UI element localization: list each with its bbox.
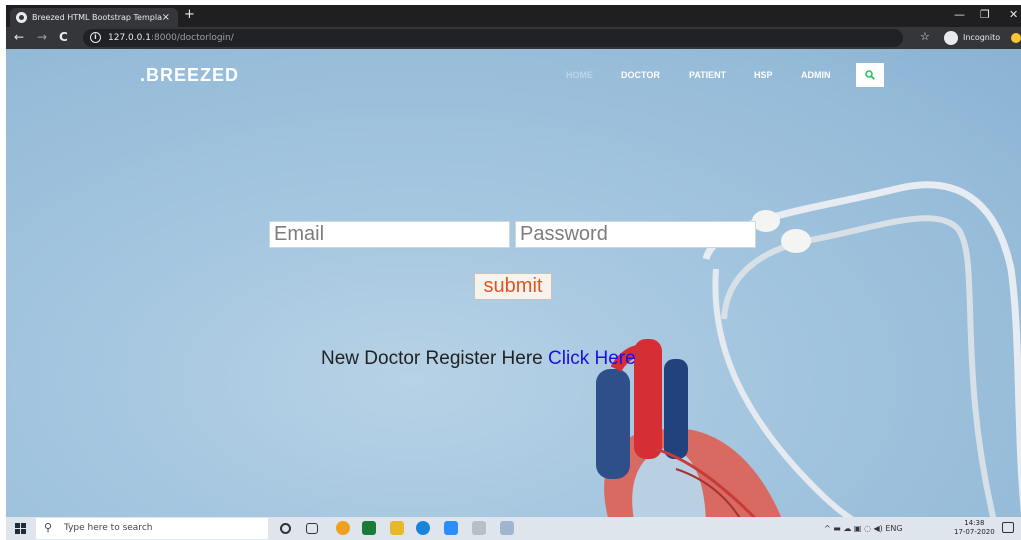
- nav-home[interactable]: HOME: [566, 70, 593, 80]
- clock-date: 17-07-2020: [954, 528, 995, 536]
- taskbar-search-placeholder: Type here to search: [64, 523, 153, 533]
- site-search-button[interactable]: [856, 63, 884, 87]
- incognito-label: Incognito: [963, 33, 1001, 42]
- register-text: New Doctor Register Here: [321, 348, 549, 369]
- url-text[interactable]: 127.0.0.1:8000/doctorlogin/: [108, 29, 234, 47]
- page-hero: .BREEZED HOME DOCTOR PATIENT HSP ADMIN s…: [6, 49, 1021, 522]
- system-tray[interactable]: ^ ▬ ☁ ▣ ◌ ◀) ENG: [824, 517, 903, 540]
- submit-button[interactable]: submit: [474, 273, 552, 300]
- register-prompt: New Doctor Register Here Click Here: [321, 348, 636, 370]
- email-field[interactable]: [269, 221, 510, 248]
- zoom-icon[interactable]: [444, 521, 458, 535]
- browser-toolbar: ← → C i 127.0.0.1:8000/doctorlogin/ ☆ In…: [6, 27, 1021, 49]
- minimize-button[interactable]: —: [954, 8, 965, 21]
- address-bar[interactable]: i 127.0.0.1:8000/doctorlogin/: [83, 29, 903, 47]
- back-button[interactable]: ←: [14, 30, 24, 44]
- browser-tab[interactable]: Breezed HTML Bootstrap Templa ×: [10, 8, 178, 27]
- search-icon: [865, 70, 875, 80]
- windows-start-icon[interactable]: [15, 523, 26, 534]
- site-info-icon[interactable]: i: [90, 32, 101, 43]
- language-indicator[interactable]: ENG: [885, 524, 902, 533]
- reload-button[interactable]: C: [59, 30, 68, 44]
- profile-extension-icon[interactable]: [1011, 33, 1021, 43]
- database-icon[interactable]: [472, 521, 486, 535]
- bookmark-star-icon[interactable]: ☆: [920, 30, 930, 43]
- nav-admin[interactable]: ADMIN: [801, 70, 831, 80]
- taskbar-search-box[interactable]: ⚲ Type here to search: [36, 518, 268, 539]
- restore-button[interactable]: ❐: [980, 8, 990, 21]
- new-tab-button[interactable]: +: [184, 7, 195, 22]
- task-view-icon[interactable]: [306, 523, 318, 534]
- app-icon[interactable]: [500, 521, 514, 535]
- file-explorer-icon[interactable]: [390, 521, 404, 535]
- register-link[interactable]: Click Here: [548, 348, 636, 369]
- tab-title: Breezed HTML Bootstrap Templa: [32, 13, 162, 22]
- site-favicon-icon: [16, 12, 27, 23]
- forward-button[interactable]: →: [37, 30, 47, 44]
- notification-icon[interactable]: [1002, 522, 1014, 533]
- taskbar-clock[interactable]: 14:38 17-07-2020: [954, 519, 995, 537]
- nav-patient[interactable]: PATIENT: [689, 70, 726, 80]
- windows-taskbar: ⚲ Type here to search ^ ▬ ☁ ▣ ◌ ◀) ENG 1…: [6, 517, 1021, 540]
- nav-doctor[interactable]: DOCTOR: [621, 70, 660, 80]
- clock-time: 14:38: [964, 519, 985, 527]
- pycharm-icon[interactable]: [362, 521, 376, 535]
- close-window-button[interactable]: ✕: [1009, 8, 1018, 21]
- cortana-icon[interactable]: [280, 523, 291, 534]
- site-logo[interactable]: .BREEZED: [140, 65, 239, 86]
- nav-hsp[interactable]: HSP: [754, 70, 773, 80]
- browser-tab-strip: Breezed HTML Bootstrap Templa × + — ❐ ✕: [6, 5, 1021, 27]
- tab-close-button[interactable]: ×: [162, 8, 170, 27]
- edge-icon[interactable]: [416, 521, 430, 535]
- chrome-icon[interactable]: [336, 521, 350, 535]
- search-icon: ⚲: [44, 521, 53, 534]
- incognito-icon[interactable]: [944, 31, 958, 45]
- password-field[interactable]: [515, 221, 756, 248]
